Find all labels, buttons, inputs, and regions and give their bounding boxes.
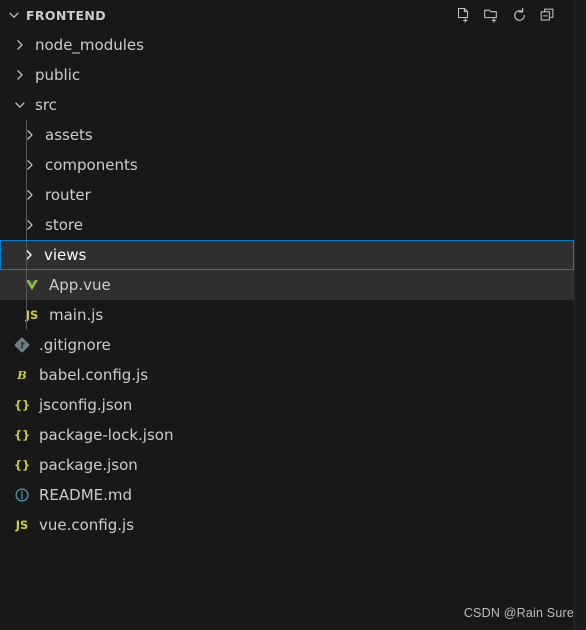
indent-guide (26, 241, 27, 269)
tree-item-babel-config-js[interactable]: B babel.config.js (0, 360, 574, 390)
tree-item-label: main.js (49, 306, 104, 324)
indent-guide (26, 270, 27, 300)
indent-guide (26, 150, 27, 180)
tree-item-label: assets (45, 126, 93, 144)
watermark: CSDN @Rain Sure (463, 606, 574, 620)
js-file-icon: JS (25, 308, 39, 322)
chevron-right-icon[interactable] (12, 67, 28, 83)
tree-item-label: src (35, 96, 57, 114)
json-file-icon: {} (13, 398, 31, 412)
tree-item-label: views (44, 246, 87, 264)
tree-item-assets[interactable]: assets (0, 120, 574, 150)
new-file-icon[interactable] (454, 6, 472, 24)
tree-item-package-lock-json[interactable]: {} package-lock.json (0, 420, 574, 450)
tree-item-views[interactable]: views (0, 240, 574, 270)
readme-file-icon (12, 487, 32, 503)
tree-item-components[interactable]: components (0, 150, 574, 180)
tree-item-package-json[interactable]: {} package.json (0, 450, 574, 480)
tree-item-router[interactable]: router (0, 180, 574, 210)
tree-item-label: package.json (39, 456, 138, 474)
json-file-icon: {} (13, 428, 31, 442)
tree-item-store[interactable]: store (0, 210, 574, 240)
chevron-right-icon[interactable] (22, 187, 38, 203)
tree-item-main-js[interactable]: JS main.js (0, 300, 574, 330)
editor-gutter (575, 0, 586, 630)
tree-item-app-vue[interactable]: App.vue (0, 270, 574, 300)
indent-guide (26, 210, 27, 240)
tree-item-label: babel.config.js (39, 366, 149, 384)
tree-item-label: jsconfig.json (39, 396, 133, 414)
chevron-right-icon[interactable] (22, 127, 38, 143)
chevron-right-icon[interactable] (22, 217, 38, 233)
git-file-icon (12, 337, 32, 353)
refresh-icon[interactable] (510, 6, 528, 24)
tree-item-label: package-lock.json (39, 426, 174, 444)
tree-item-node_modules[interactable]: node_modules (0, 30, 574, 60)
file-explorer-panel: FRONTEND node_modules public src assets … (0, 0, 586, 630)
tree-item-jsconfig-json[interactable]: {} jsconfig.json (0, 390, 574, 420)
tree-item-vue-config-js[interactable]: JS vue.config.js (0, 510, 574, 540)
indent-guide (26, 180, 27, 210)
tree-item-label: node_modules (35, 36, 144, 54)
chevron-down-icon[interactable] (6, 7, 22, 23)
collapse-all-icon[interactable] (538, 6, 556, 24)
tree-item-label: store (45, 216, 83, 234)
indent-guide (26, 120, 27, 150)
js-file-icon: JS (15, 518, 29, 532)
json-file-icon: {} (13, 458, 31, 472)
tree-item-label: .gitignore (39, 336, 111, 354)
tree-item-readme-md[interactable]: README.md (0, 480, 574, 510)
new-folder-icon[interactable] (482, 6, 500, 24)
babel-file-icon: B (17, 368, 27, 382)
tree-item-public[interactable]: public (0, 60, 574, 90)
tree-item-label: App.vue (49, 276, 111, 294)
tree-item-label: vue.config.js (39, 516, 135, 534)
file-tree: node_modules public src assets component… (0, 30, 574, 540)
tree-item-label: router (45, 186, 91, 204)
tree-item-gitignore[interactable]: .gitignore (0, 330, 574, 360)
chevron-right-icon[interactable] (21, 247, 37, 263)
chevron-right-icon[interactable] (22, 157, 38, 173)
tree-item-label: README.md (39, 486, 133, 504)
explorer-section-header[interactable]: FRONTEND (0, 0, 574, 30)
explorer-toolbar (454, 6, 566, 24)
chevron-down-icon[interactable] (12, 97, 28, 113)
page-title: FRONTEND (26, 7, 106, 23)
tree-item-src[interactable]: src (0, 90, 574, 120)
indent-guide (26, 300, 27, 330)
tree-item-label: public (35, 66, 81, 84)
tree-item-label: components (45, 156, 138, 174)
chevron-right-icon[interactable] (12, 37, 28, 53)
vue-file-icon (22, 277, 42, 293)
